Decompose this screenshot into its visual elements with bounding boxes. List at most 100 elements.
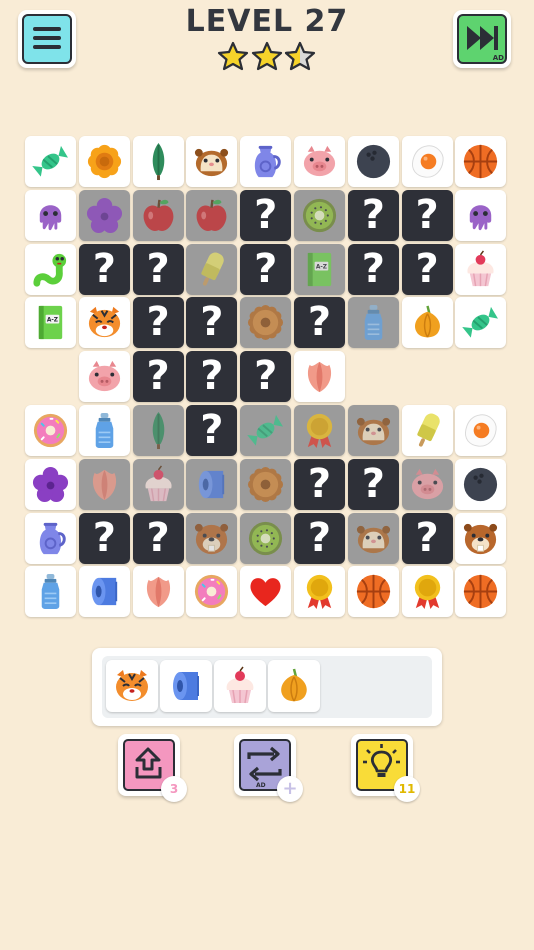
ad-label: AD [492,54,504,62]
hamster-icon [356,417,390,446]
tile[interactable] [78,566,130,618]
svg-text:A-Z: A-Z [316,264,327,270]
star-rating [217,41,317,73]
question-mark-icon: ? [254,191,278,238]
tile[interactable] [401,297,453,349]
tile [186,189,238,241]
question-mark-icon: ? [415,514,439,561]
tray-tile [268,660,320,712]
tile[interactable]: A-Z [25,297,76,349]
tile[interactable] [455,243,507,295]
tile[interactable] [240,136,292,187]
hidden-tile: ? [132,512,184,564]
skip-level-button[interactable]: AD [453,10,511,68]
tile [240,458,292,510]
tile [240,512,292,564]
hidden-tile: ? [401,189,453,241]
apple-icon [196,199,227,231]
tile[interactable] [78,351,130,403]
donut-pink-icon [33,413,68,448]
question-mark-icon: ? [146,299,170,346]
question-mark-icon: ? [146,353,170,400]
tile[interactable] [347,136,399,187]
tile[interactable] [25,243,76,295]
tile[interactable] [455,566,507,618]
tile[interactable] [347,566,399,618]
tile [294,405,345,456]
tile[interactable] [25,458,76,510]
hidden-tile: ? [240,351,292,403]
hidden-tile: ? [132,297,184,349]
tile[interactable] [455,405,507,456]
pig-icon [411,468,443,499]
hint-button[interactable]: 11 [351,734,420,802]
tile[interactable] [294,566,345,618]
tile[interactable] [78,297,130,349]
question-mark-icon: ? [200,353,224,400]
tile [132,189,184,241]
tile[interactable] [401,136,453,187]
tile[interactable] [78,405,130,456]
hidden-tile: ? [186,405,238,456]
tile[interactable] [455,512,507,564]
question-mark-icon: ? [146,245,170,292]
basketball-icon [464,575,498,609]
tiger-icon [88,307,120,338]
tile[interactable] [455,458,507,510]
tile[interactable] [455,189,507,241]
kiwi-icon [302,198,337,232]
tile[interactable] [401,566,453,618]
tile[interactable] [455,136,507,187]
tulip-icon [146,577,170,608]
tile[interactable] [25,136,76,187]
hint-count-badge: 11 [394,776,420,802]
bottle-icon [364,305,383,341]
question-mark-icon: ? [92,245,116,292]
bottle-icon [95,412,114,449]
octopus-icon [39,205,62,231]
bowling-ball-icon [356,144,390,179]
cupcake-icon [467,250,494,286]
tile[interactable] [186,136,238,187]
shuffle-button[interactable]: AD + [234,734,303,802]
hidden-tile: ? [347,189,399,241]
tile [186,512,238,564]
question-mark-icon: ? [92,514,116,561]
tile[interactable] [294,351,345,403]
star-icon [217,41,249,71]
egg-icon [411,145,444,178]
tile[interactable] [401,405,453,456]
tile [240,297,292,349]
tile[interactable] [25,566,76,618]
hidden-tile: ? [78,512,130,564]
tile[interactable] [294,136,345,187]
medal-icon [414,575,440,610]
hidden-tile: ? [294,512,345,564]
question-mark-icon: ? [415,191,439,238]
pig-icon [88,361,120,392]
tile[interactable] [186,566,238,618]
undo-count-badge: 3 [161,776,187,802]
jug-icon [39,522,66,554]
tile [401,458,453,510]
tile[interactable] [25,189,76,241]
tile[interactable] [132,136,184,187]
hidden-tile: ? [347,458,399,510]
popsicle-icon [416,413,440,447]
tile[interactable] [25,512,76,564]
tile [347,405,399,456]
undo-button[interactable]: 3 [118,734,187,802]
candy-icon [32,145,68,177]
tile[interactable] [132,566,184,618]
donut-pink-icon [195,575,229,609]
candy-icon [247,414,284,446]
question-mark-icon: ? [254,353,278,400]
tile[interactable] [78,136,130,187]
tile[interactable] [455,297,507,349]
tile[interactable] [240,566,292,618]
tile [78,458,130,510]
apple-icon [143,199,173,231]
toilet-paper-icon [173,672,199,700]
onion-icon [414,306,440,338]
tile[interactable] [25,405,76,456]
